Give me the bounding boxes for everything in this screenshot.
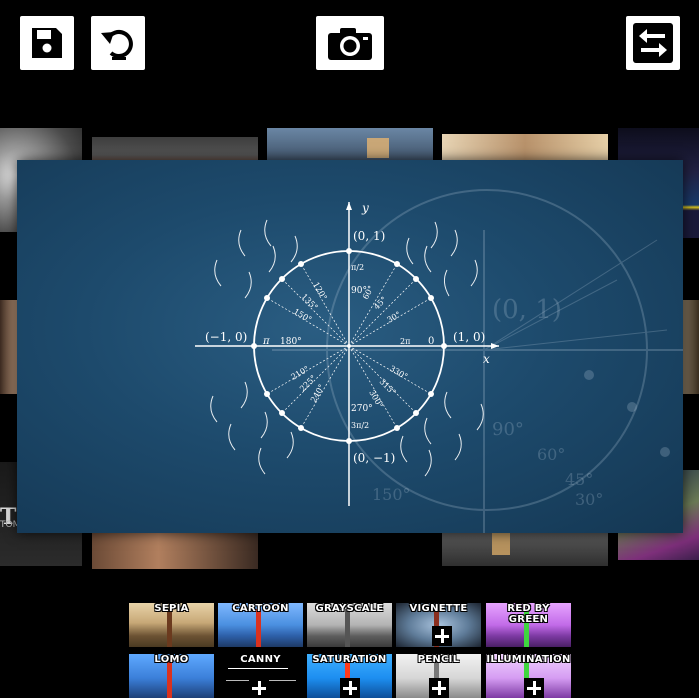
filter-illumination[interactable]: ILLUMINATION bbox=[486, 654, 571, 698]
y-axis-label: y bbox=[361, 201, 369, 215]
deg-270-label: 270° bbox=[351, 404, 373, 414]
rad-pi2-label: π/2 bbox=[351, 263, 364, 272]
bg-deg-90: 90° bbox=[492, 419, 524, 440]
filter-label: PENCIL bbox=[417, 654, 460, 665]
lock-plus-icon bbox=[432, 626, 452, 646]
filter-sepia[interactable]: SEPIA bbox=[129, 603, 214, 647]
rad-pi-label: π bbox=[262, 336, 270, 347]
filter-label: SEPIA bbox=[154, 603, 189, 614]
filter-label: LOMO bbox=[154, 654, 189, 665]
bottom-point-label: (0, −1) bbox=[353, 451, 395, 465]
x-axis-label: x bbox=[483, 352, 490, 366]
portrait-photo-right[interactable] bbox=[683, 300, 699, 394]
deg-135-label: 135° bbox=[300, 292, 320, 312]
filter-label: CARTOON bbox=[232, 603, 289, 614]
top-point-label: (0, 1) bbox=[353, 229, 385, 243]
camera-button[interactable] bbox=[316, 16, 384, 70]
camera-icon bbox=[328, 28, 372, 60]
rad-3pi2-label: 3π/2 bbox=[351, 421, 369, 430]
filter-lomo[interactable]: LOMO bbox=[129, 654, 214, 698]
save-button[interactable] bbox=[20, 16, 74, 70]
bg-deg-45: 45° bbox=[565, 470, 593, 489]
deg-330-label: 330° bbox=[388, 364, 409, 381]
deg-315-label: 315° bbox=[378, 377, 398, 397]
deg-180-label: 180° bbox=[280, 337, 302, 347]
save-icon bbox=[32, 28, 62, 58]
rad-2pi-label: 2π bbox=[400, 337, 410, 346]
swap-arrows-icon bbox=[633, 23, 673, 63]
lock-plus-icon bbox=[524, 678, 544, 698]
deg-150-label: 150° bbox=[292, 307, 313, 324]
filter-label: RED BY GREEN bbox=[507, 603, 550, 625]
filter-pencil[interactable]: PENCIL bbox=[396, 654, 481, 698]
filter-red-by-green[interactable]: RED BY GREEN bbox=[486, 603, 571, 647]
lock-plus-icon bbox=[249, 678, 269, 698]
filter-cartoon[interactable]: CARTOON bbox=[218, 603, 303, 647]
reset-button[interactable] bbox=[91, 16, 145, 70]
right-point-label: (1, 0) bbox=[453, 330, 485, 344]
rotate-ccw-icon bbox=[101, 30, 133, 60]
unit-circle-diagram: (0, 1) 90° 60° 45° 30° 150° y x (0, 1) (… bbox=[195, 189, 683, 533]
filter-label: ILLUMINATION bbox=[486, 654, 571, 665]
bg-deg-30: 30° bbox=[575, 490, 603, 509]
danbo-stairs-photo[interactable] bbox=[442, 533, 608, 566]
left-point-label: (−1, 0) bbox=[205, 330, 247, 344]
bg-top-point: (0, 1) bbox=[492, 295, 562, 325]
filter-canny[interactable]: CANNY bbox=[218, 654, 303, 698]
filter-label: GRAYSCALE bbox=[315, 603, 384, 614]
bg-deg-60: 60° bbox=[537, 445, 565, 464]
swap-button[interactable] bbox=[626, 16, 680, 70]
filter-vignette[interactable]: VIGNETTE bbox=[396, 603, 481, 647]
filter-label: VIGNETTE bbox=[409, 603, 468, 614]
deg-30-label: 30° bbox=[386, 310, 403, 325]
main-image-card[interactable]: (0, 1) 90° 60° 45° 30° 150° y x (0, 1) (… bbox=[17, 160, 683, 533]
rad-0-label: 0 bbox=[428, 336, 434, 347]
filter-saturation[interactable]: SATURATION bbox=[307, 654, 392, 698]
filter-label: CANNY bbox=[240, 654, 281, 665]
woman-photo[interactable] bbox=[92, 533, 258, 569]
deg-120-label: 120° bbox=[311, 281, 328, 302]
filter-grayscale[interactable]: GRAYSCALE bbox=[307, 603, 392, 647]
filter-label: SATURATION bbox=[312, 654, 387, 665]
lock-plus-icon bbox=[429, 678, 449, 698]
bg-deg-150: 150° bbox=[372, 485, 411, 504]
lock-plus-icon bbox=[340, 678, 360, 698]
portrait-photo[interactable] bbox=[0, 300, 17, 394]
